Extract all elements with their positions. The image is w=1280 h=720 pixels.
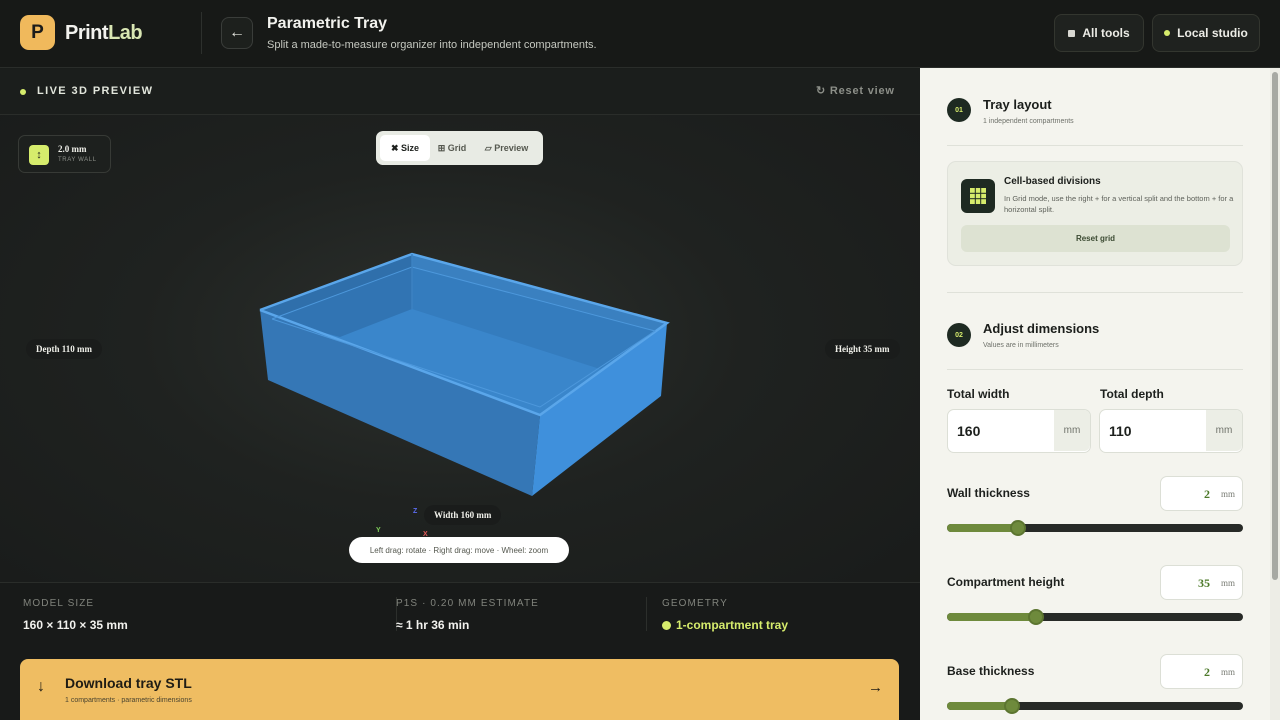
section-divider: [947, 145, 1243, 146]
logo-lab: Lab: [108, 22, 143, 44]
section-divider: [947, 292, 1243, 293]
total-width-label: Total width: [947, 387, 1010, 401]
step-number-badge: 01: [947, 98, 971, 122]
depth-dimension-label: Depth 110 mm: [26, 339, 102, 359]
step-number-badge: 02: [947, 323, 971, 347]
page-subtitle: Split a made-to-measure organizer into i…: [267, 39, 597, 51]
download-area: ↓ Download tray STL 1 compartments · par…: [0, 644, 920, 720]
model-size-value: 160 × 110 × 35 mm: [23, 618, 128, 632]
section-divider: [947, 369, 1243, 370]
cell-divisions-description: In Grid mode, use the right + for a vert…: [1004, 194, 1234, 214]
status-dot-icon: [1164, 30, 1171, 36]
all-tools-label: All tools: [1082, 26, 1130, 40]
slider-handle[interactable]: [1027, 609, 1044, 625]
compartment-height-input[interactable]: 35 mm: [1160, 565, 1243, 600]
download-subtitle: 1 compartments · parametric dimensions: [65, 697, 192, 704]
arrow-left-icon: ←: [229, 24, 245, 41]
reset-grid-button[interactable]: Reset grid: [961, 225, 1230, 252]
total-width-value: 160: [957, 423, 981, 439]
tray-layout-heading: Tray layout: [983, 97, 1052, 112]
adjust-dimensions-heading: Adjust dimensions: [983, 321, 1100, 336]
slider-fill: [947, 524, 1019, 532]
geometry-value: 1-compartment tray: [676, 618, 789, 632]
total-depth-input[interactable]: 110 mm: [1099, 409, 1243, 453]
download-stl-button[interactable]: ↓ Download tray STL 1 compartments · par…: [20, 659, 899, 720]
unit-label: mm: [1220, 489, 1235, 499]
wall-thickness-input[interactable]: 2 mm: [1160, 476, 1243, 511]
page-title: Parametric Tray: [267, 15, 388, 32]
adjust-dimensions-subtitle: Values are in millimeters: [983, 342, 1059, 349]
tray-wall-chip: ↕ 2.0 mm TRAY WALL: [18, 135, 111, 173]
arrow-down-icon: ↓: [37, 678, 45, 695]
geometry-dot-icon: [662, 620, 671, 630]
preview-viewport[interactable]: LIVE 3D PREVIEW ↻ Reset view ↕ 2.0 mm TR…: [0, 69, 920, 582]
stats-bar: MODEL SIZE 160 × 110 × 35 mm P1S · 0.20 …: [0, 582, 920, 644]
wall-thickness-slider[interactable]: [947, 520, 1243, 536]
wall-thickness-icon: ↕: [29, 145, 49, 165]
base-thickness-slider[interactable]: [947, 698, 1243, 714]
base-thickness-input[interactable]: 2 mm: [1160, 654, 1243, 689]
unit-label: mm: [1206, 410, 1242, 451]
header-divider: [201, 12, 202, 54]
total-width-input[interactable]: 160 mm: [947, 409, 1091, 453]
base-thickness-value: 2: [1204, 665, 1210, 679]
total-depth-label: Total depth: [1100, 387, 1164, 401]
all-tools-button[interactable]: All tools: [1054, 14, 1144, 52]
controls-hint: Left drag: rotate · Right drag: move · W…: [349, 537, 569, 563]
slider-handle[interactable]: [1004, 698, 1021, 714]
estimate-label: P1S · 0.20 MM ESTIMATE: [396, 598, 539, 609]
wall-thickness-value: 2: [1204, 487, 1210, 501]
stat-divider: [646, 597, 647, 631]
model-size-label: MODEL SIZE: [23, 598, 95, 609]
tray-wall-label: TRAY WALL: [58, 157, 97, 163]
logo-print: Print: [65, 22, 109, 44]
stat-geometry: GEOMETRY 1-compartment tray: [662, 598, 788, 632]
view-mode-toggle: ✖ Size ⊞ Grid ▱ Preview: [376, 131, 543, 165]
download-title: Download tray STL: [65, 675, 192, 691]
axis-y-label: Y: [376, 527, 381, 534]
unit-label: mm: [1220, 667, 1235, 677]
slider-handle[interactable]: [1010, 520, 1027, 536]
stat-estimate: P1S · 0.20 MM ESTIMATE ≈ 1 hr 36 min: [396, 598, 539, 632]
slider-fill: [947, 702, 1013, 710]
compartment-height-value: 35: [1198, 576, 1210, 590]
grid-icon: [961, 179, 995, 213]
compartment-height-label: Compartment height: [947, 575, 1065, 589]
logo-icon: P: [20, 15, 55, 50]
grid-square-icon: [1068, 29, 1076, 37]
mode-grid-button[interactable]: ⊞ Grid: [430, 135, 474, 161]
slider-fill: [947, 613, 1036, 621]
base-thickness-label: Base thickness: [947, 664, 1035, 678]
height-dimension-label: Height 35 mm: [825, 339, 900, 359]
unit-label: mm: [1054, 410, 1090, 451]
stat-model-size: MODEL SIZE 160 × 110 × 35 mm: [23, 598, 128, 632]
app-logo-text: PrintLab: [65, 22, 143, 45]
estimate-value: ≈ 1 hr 36 min: [396, 618, 470, 632]
cell-divisions-title: Cell-based divisions: [1004, 176, 1101, 187]
cell-divisions-card: Cell-based divisions In Grid mode, use t…: [947, 161, 1243, 266]
tray-layout-subtitle: 1 independent compartments: [983, 118, 1074, 125]
local-studio-label: Local studio: [1177, 26, 1248, 40]
mode-size-button[interactable]: ✖ Size: [380, 135, 430, 161]
app-header: P PrintLab ← Parametric Tray Split a mad…: [0, 0, 1280, 68]
tray-wall-value: 2.0 mm: [58, 144, 87, 154]
width-dimension-label: Width 160 mm: [424, 505, 502, 525]
axis-z-label: Z: [413, 508, 418, 515]
panel-scrollbar-thumb[interactable]: [1272, 72, 1278, 580]
mode-preview-button[interactable]: ▱ Preview: [474, 135, 539, 161]
local-studio-button[interactable]: Local studio: [1152, 14, 1260, 52]
arrow-right-icon: →: [868, 679, 883, 696]
geometry-label: GEOMETRY: [662, 598, 728, 609]
geometry-value-row: 1-compartment tray: [662, 618, 788, 632]
wall-thickness-label: Wall thickness: [947, 486, 1030, 500]
back-button[interactable]: ←: [221, 17, 253, 49]
total-depth-value: 110: [1109, 423, 1132, 439]
unit-label: mm: [1220, 578, 1235, 588]
compartment-height-slider[interactable]: [947, 609, 1243, 625]
